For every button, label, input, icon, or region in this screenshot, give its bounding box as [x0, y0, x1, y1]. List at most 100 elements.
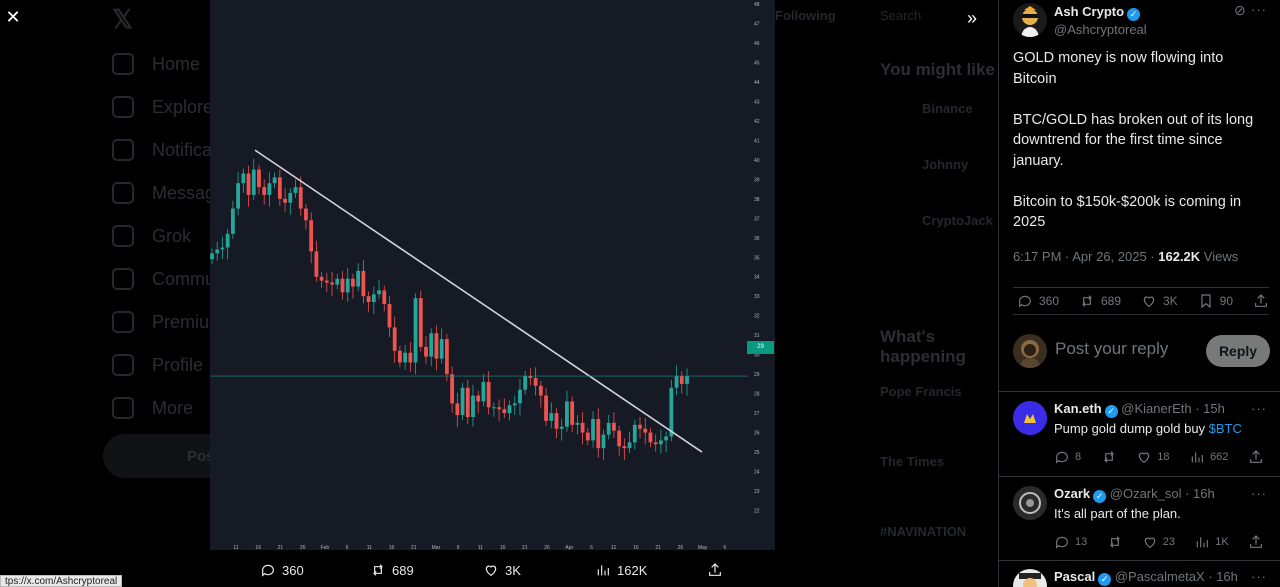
reply-repost-button[interactable] — [1107, 534, 1123, 550]
reply-author-handle[interactable]: @PascalmetaX — [1115, 569, 1205, 584]
reply-input[interactable]: Post your reply — [1055, 339, 1168, 359]
reply-author-name[interactable]: Kan.eth — [1054, 401, 1102, 416]
grok-icon — [112, 225, 134, 247]
like-button[interactable]: 3K — [1141, 293, 1178, 309]
candle — [382, 290, 387, 305]
candle — [507, 405, 512, 414]
bookmark-button[interactable]: 90 — [1198, 293, 1233, 309]
media-views-button[interactable]: 162K — [595, 562, 647, 578]
reply-like-button[interactable]: 23 — [1142, 534, 1175, 550]
expand-button[interactable]: » — [958, 4, 986, 32]
candle — [392, 327, 397, 351]
reply-author-handle[interactable]: @Ozark_sol — [1110, 486, 1182, 501]
nav-more[interactable]: More — [112, 397, 193, 419]
reply-reply-button[interactable]: 13 — [1054, 534, 1087, 550]
reply-share-button[interactable] — [1248, 534, 1264, 550]
reply-share-button[interactable] — [1248, 449, 1264, 465]
user-avatar[interactable] — [1013, 334, 1047, 368]
bg-suggestion: Binance — [922, 101, 973, 116]
reply-views-button[interactable]: 662 — [1189, 449, 1228, 465]
nav-profile[interactable]: Profile — [112, 354, 203, 376]
avatar[interactable] — [1013, 401, 1047, 435]
x-tick-label: 16 — [255, 545, 261, 550]
heart-icon — [1144, 537, 1156, 549]
reply-author-name[interactable]: Ozark — [1054, 486, 1090, 501]
reply-button[interactable]: 360 — [1017, 293, 1059, 309]
mail-icon — [112, 182, 134, 204]
reply-submit-button[interactable]: Reply — [1206, 335, 1270, 367]
reply-like-button[interactable]: 18 — [1136, 449, 1170, 465]
candle — [246, 173, 251, 195]
nav-premium[interactable]: Premium — [112, 311, 224, 333]
reply-time[interactable]: · 16h — [1208, 569, 1238, 584]
reply-composer: Post your reply Reply — [1013, 328, 1270, 374]
media-like-button[interactable]: 3K — [483, 562, 521, 578]
reply-time[interactable]: · 16h — [1185, 486, 1215, 501]
candle — [403, 352, 408, 363]
author-name[interactable]: Ash Crypto — [1054, 4, 1124, 19]
more-options-icon[interactable]: ··· — [1251, 401, 1267, 416]
candle — [632, 424, 637, 443]
avatar[interactable] — [1013, 569, 1047, 587]
reply-reply-button[interactable]: 8 — [1054, 449, 1081, 465]
media-image[interactable]: 22 23 24 25 26 27 28 29 30 31 32 33 34 35 36 37 38 39 40 41… — [210, 0, 775, 550]
candle — [351, 278, 355, 287]
nav-grok[interactable]: Grok — [112, 225, 191, 247]
x-tick-label: 6 — [590, 545, 593, 550]
share-button[interactable] — [1253, 293, 1269, 309]
verified-badge-icon: ✓ — [1127, 8, 1141, 21]
reply-author-name[interactable]: Pascal — [1054, 569, 1095, 584]
candle — [606, 422, 611, 435]
candle — [486, 381, 491, 408]
more-options-icon[interactable]: ··· — [1251, 569, 1267, 584]
candle — [674, 376, 679, 388]
reply-repost-button[interactable] — [1101, 449, 1117, 465]
close-button[interactable]: ✕ — [0, 0, 26, 34]
media-share-button[interactable] — [707, 562, 723, 578]
candle — [220, 247, 225, 250]
avatar[interactable] — [1013, 486, 1047, 520]
y-tick-label: 48 — [754, 2, 760, 8]
reply-time[interactable]: · 15h — [1195, 401, 1225, 416]
avatar[interactable] — [1013, 3, 1047, 37]
candle — [538, 385, 543, 396]
x-tick-label: Feb — [321, 545, 330, 550]
reply-text: Pump gold dump gold buy $BTC — [1054, 421, 1242, 436]
candle — [533, 378, 538, 386]
people-icon — [112, 268, 134, 290]
x-tick-label: Mar — [432, 545, 441, 550]
bookmark-icon — [1201, 294, 1211, 309]
candle — [669, 387, 674, 437]
repost-button[interactable]: 689 — [1079, 293, 1121, 309]
grok-icon[interactable]: ⊘ — [1234, 2, 1246, 19]
candle — [544, 395, 548, 421]
chevron-double-right-icon: » — [966, 7, 977, 28]
cashtag-link[interactable]: $BTC — [1209, 421, 1242, 436]
media-reply-button[interactable]: 360 — [260, 562, 304, 578]
candle — [591, 418, 595, 441]
bell-icon — [112, 139, 134, 161]
candle — [298, 187, 303, 209]
reply-text: It's all part of the plan. — [1054, 506, 1181, 521]
nav-explore[interactable]: Explore — [112, 96, 213, 118]
candle — [345, 278, 350, 293]
more-options-icon[interactable]: ··· — [1251, 486, 1267, 501]
heart-icon — [1143, 296, 1155, 308]
reply-author-handle[interactable]: @KianerEth — [1121, 401, 1191, 416]
candle — [580, 422, 585, 433]
y-tick-label: 43 — [754, 99, 760, 105]
bg-search[interactable]: Search — [880, 8, 921, 23]
more-options-icon[interactable]: ··· — [1251, 2, 1267, 17]
candle — [324, 280, 329, 283]
x-tick-label: 26 — [300, 545, 306, 550]
share-icon — [1255, 294, 1267, 307]
nav-home[interactable]: Home — [112, 53, 200, 75]
y-tick-label: 33 — [754, 294, 760, 300]
author-handle[interactable]: @Ashcryptoreal — [1054, 22, 1147, 37]
more-circle-icon — [112, 397, 134, 419]
reply-views-button[interactable]: 1K — [1194, 534, 1229, 550]
media-repost-button[interactable]: 689 — [370, 562, 414, 578]
candle — [335, 278, 340, 285]
post-time[interactable]: 6:17 PM · Apr 26, 2025 · — [1013, 249, 1158, 264]
y-tick-label: 40 — [754, 158, 760, 164]
